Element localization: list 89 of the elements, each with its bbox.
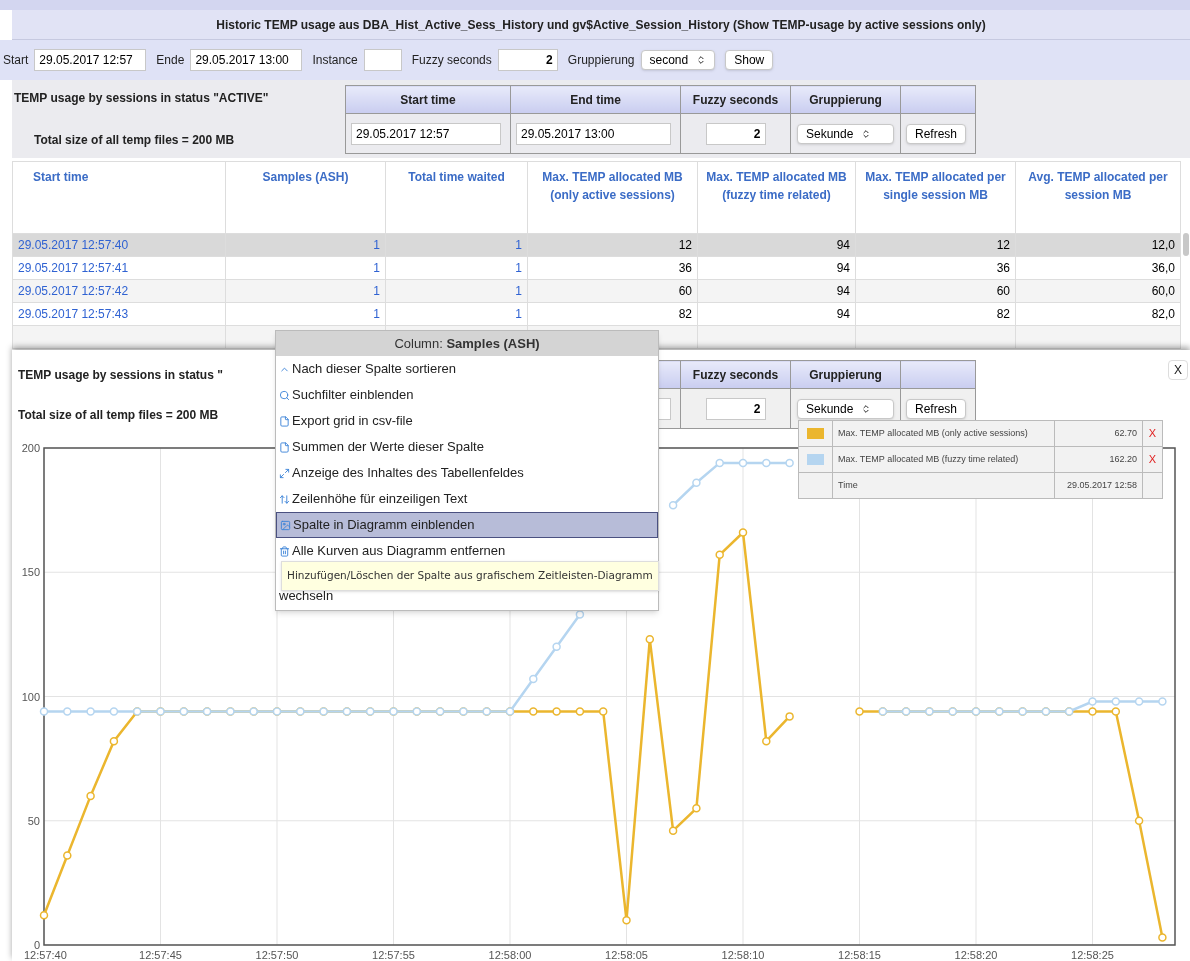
table-cell: 36,0 bbox=[1151, 261, 1175, 275]
column-header: Gruppierung bbox=[790, 85, 901, 114]
x-axis-label: 12:57:50 bbox=[255, 949, 299, 961]
table-cell: 1 bbox=[373, 238, 380, 252]
x-axis-label: 12:58:20 bbox=[954, 949, 998, 961]
input-field[interactable]: 29.05.2017 13:00 bbox=[190, 49, 303, 71]
column-header: Start time bbox=[345, 85, 511, 114]
field-label: Gruppierung bbox=[567, 52, 635, 69]
y-axis-label: 100 bbox=[21, 690, 40, 703]
table-cell: 1 bbox=[373, 261, 380, 275]
legend-label: Max. TEMP allocated MB (fuzzy time related) bbox=[838, 453, 1019, 464]
field-label: Instance bbox=[312, 52, 358, 69]
table-cell: 60,0 bbox=[1151, 284, 1175, 298]
x-axis-label: 12:57:40 bbox=[24, 949, 67, 961]
field-label: Ende bbox=[156, 52, 185, 69]
field-label: Fuzzy seconds bbox=[411, 52, 492, 69]
grouping-select[interactable]: second bbox=[640, 50, 716, 70]
x-axis-label: 12:58:25 bbox=[1071, 949, 1114, 961]
fuzzy-seconds-field[interactable]: 2 bbox=[705, 122, 766, 145]
x-axis-label: 12:58:05 bbox=[605, 949, 648, 961]
menu-item[interactable]: Zeilenhöhe für einzeiligen Text bbox=[276, 486, 658, 512]
table-cell: 94 bbox=[836, 307, 850, 321]
table-cell: 1 bbox=[515, 238, 522, 252]
legend-value: 29.05.2017 12:58 bbox=[1066, 479, 1137, 490]
column-header: Fuzzy seconds bbox=[680, 85, 791, 114]
table-row[interactable]: 29.05.2017 12:57:41 1 1 36 94 36 36,0 bbox=[12, 256, 1181, 280]
table-cell: 12 bbox=[996, 238, 1010, 252]
table-cell: 94 bbox=[836, 284, 850, 298]
refresh-button[interactable]: Refresh bbox=[906, 398, 967, 419]
menu-item[interactable]: Suchfilter einblenden bbox=[276, 382, 658, 408]
start-time-field[interactable]: 29.05.2017 12:57 bbox=[351, 122, 501, 145]
table-cell: 12,0 bbox=[1151, 238, 1175, 252]
y-axis-label: 200 bbox=[21, 442, 40, 454]
status-label: TEMP usage by sessions in status "ACTIVE" bbox=[14, 90, 269, 107]
table-cell: 1 bbox=[373, 307, 380, 321]
menu-item[interactable]: Summen der Werte dieser Spalte bbox=[276, 434, 658, 460]
input-field[interactable]: 2 bbox=[497, 49, 558, 71]
table-cell: 36 bbox=[678, 261, 692, 275]
grouping-select[interactable]: Sekunde bbox=[797, 398, 894, 419]
y-axis-label: 0 bbox=[33, 939, 40, 951]
close-button[interactable]: X bbox=[1168, 360, 1188, 380]
table-cell: 94 bbox=[836, 238, 850, 252]
legend-value: 62.70 bbox=[1114, 427, 1137, 438]
table-cell: 60 bbox=[996, 284, 1010, 298]
fuzzy-seconds-field[interactable]: 2 bbox=[705, 397, 766, 420]
show-button[interactable]: Show bbox=[725, 50, 774, 70]
table-cell: 1 bbox=[373, 284, 380, 298]
table-cell: 82 bbox=[996, 307, 1010, 321]
table-cell: 94 bbox=[836, 261, 850, 275]
table-cell: 60 bbox=[678, 284, 692, 298]
menu-item[interactable]: Spalte in Diagramm einblenden bbox=[276, 512, 658, 538]
field-label: Start bbox=[3, 52, 29, 69]
x-axis-label: 12:57:45 bbox=[139, 949, 182, 961]
column-header: End time bbox=[510, 85, 681, 114]
menu-header: Column: Samples (ASH) bbox=[276, 331, 658, 356]
table-cell: 1 bbox=[515, 284, 522, 298]
tooltip: Hinzufügen/Löschen der Spalte aus grafischem Zeitleisten-Diagramm bbox=[281, 561, 659, 591]
x-axis-label: 12:58:00 bbox=[488, 949, 532, 961]
page-title: Historic TEMP usage aus DBA_Hist_Active_Sess_History und gv$Active_Session_History (Show TEMP-usage by active sessions only) bbox=[216, 16, 986, 34]
table-cell: 82,0 bbox=[1151, 307, 1175, 321]
table-cell: 1 bbox=[515, 261, 522, 275]
refresh-button[interactable]: Refresh bbox=[906, 123, 967, 144]
y-axis-label: 50 bbox=[27, 814, 40, 827]
end-time-field[interactable]: 29.05.2017 13:00 bbox=[516, 122, 671, 145]
grouping-select[interactable]: Sekunde bbox=[797, 123, 894, 144]
x-axis-label: 12:58:10 bbox=[721, 949, 765, 961]
table-cell: 36 bbox=[996, 261, 1010, 275]
x-axis-label: 12:58:15 bbox=[838, 949, 881, 961]
status-label: TEMP usage by sessions in status " bbox=[18, 367, 223, 384]
column-header: Gruppierung bbox=[790, 360, 901, 389]
table-row[interactable]: 29.05.2017 12:57:42 1 1 60 94 60 60,0 bbox=[12, 279, 1181, 303]
legend-label: Time bbox=[838, 479, 858, 490]
menu-item[interactable]: Nach dieser Spalte sortieren bbox=[276, 356, 658, 382]
total-size-label: Total size of all temp files = 200 MB bbox=[18, 407, 219, 424]
table-row[interactable]: 29.05.2017 12:57:43 1 1 82 94 82 82,0 bbox=[12, 302, 1181, 326]
legend-value: 162.20 bbox=[1109, 453, 1137, 464]
table-cell: 82 bbox=[678, 307, 692, 321]
input-field[interactable]: 29.05.2017 12:57 bbox=[34, 49, 147, 71]
menu-item[interactable]: Export grid in csv-file bbox=[276, 408, 658, 434]
table-cell: 12 bbox=[678, 238, 692, 252]
menu-item[interactable]: Alle Kurven aus Diagramm entfernen bbox=[276, 538, 658, 564]
legend-label: Max. TEMP allocated MB (only active sessions) bbox=[838, 427, 1028, 438]
x-axis-label: 12:57:55 bbox=[372, 949, 415, 961]
table-row[interactable]: 29.05.2017 12:57:40 1 1 12 94 12 12,0 bbox=[12, 233, 1181, 257]
y-axis-label: 150 bbox=[21, 566, 40, 579]
table-cell: 1 bbox=[515, 307, 522, 321]
menu-item[interactable]: Anzeige des Inhaltes des Tabellenfeldes bbox=[276, 460, 658, 486]
column-header: Fuzzy seconds bbox=[680, 360, 791, 389]
total-size-label: Total size of all temp files = 200 MB bbox=[33, 132, 235, 149]
